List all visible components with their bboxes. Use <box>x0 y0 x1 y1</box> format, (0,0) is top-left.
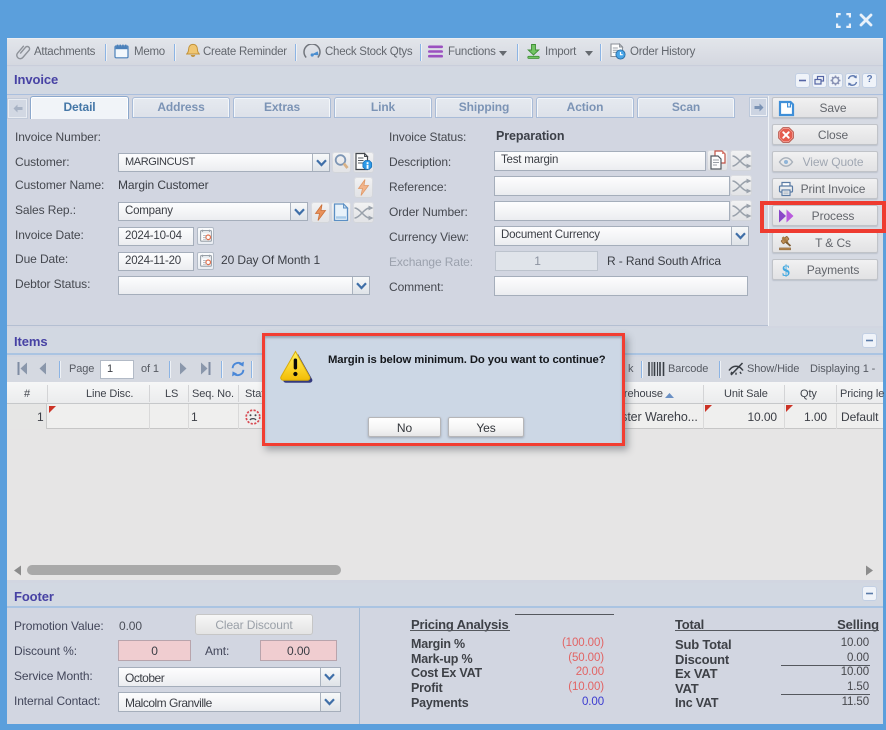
svg-text:$: $ <box>782 263 790 278</box>
